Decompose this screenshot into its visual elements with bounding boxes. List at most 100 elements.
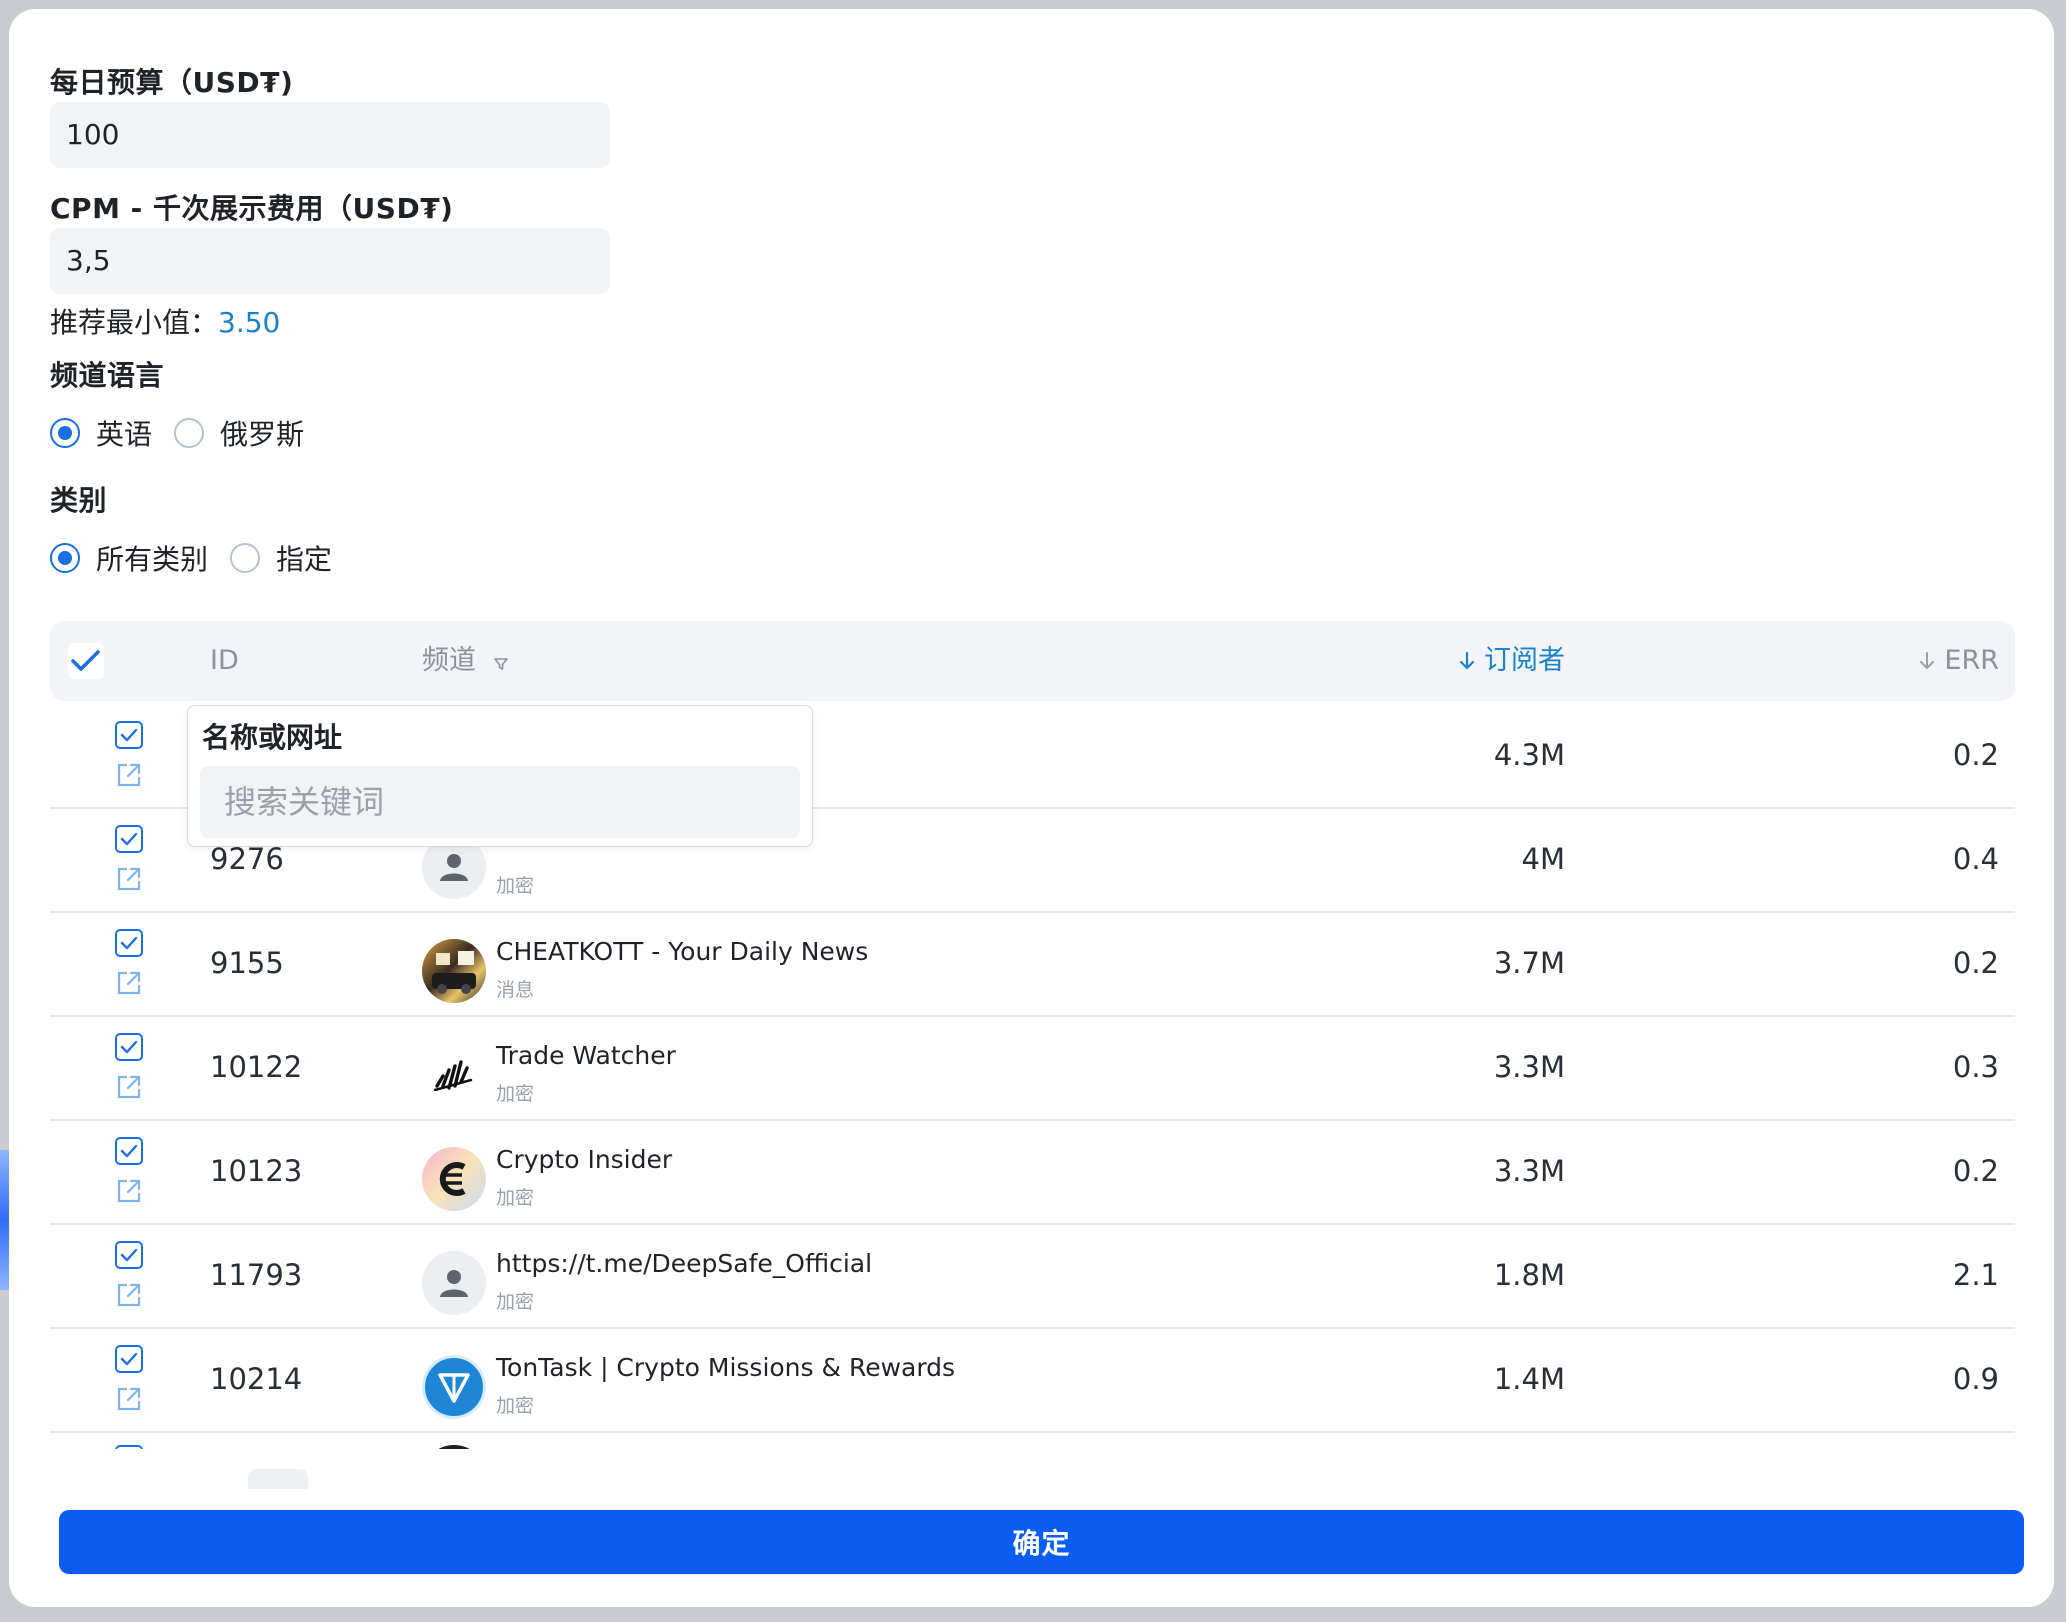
row-checkbox[interactable] bbox=[115, 1345, 143, 1373]
category-option-label: 指定 bbox=[276, 543, 333, 576]
err-cell: 0.9 bbox=[1952, 1362, 1999, 1396]
category-option-all[interactable]: 所有类别 bbox=[50, 538, 208, 578]
confirm-button[interactable]: 确定 bbox=[59, 1510, 2024, 1574]
err-cell: 0.2 bbox=[1952, 738, 1999, 772]
check-icon bbox=[120, 1040, 138, 1054]
check-icon bbox=[120, 936, 138, 950]
daily-budget-input[interactable]: 100 bbox=[50, 102, 610, 168]
id-cell: 10123 bbox=[210, 1154, 303, 1188]
row-checkbox[interactable] bbox=[115, 721, 143, 749]
row-checkbox[interactable] bbox=[115, 1241, 143, 1269]
channel-category: 加密 bbox=[496, 875, 535, 897]
subscribers-cell: 1.8M bbox=[1493, 1258, 1565, 1292]
sort-desc-icon bbox=[1459, 651, 1475, 670]
crypto-insider-logo-icon bbox=[422, 1147, 486, 1211]
err-cell: 0.2 bbox=[1952, 946, 1999, 980]
table-header: ID 频道 订阅者 ERR bbox=[50, 621, 2015, 701]
column-header-err[interactable]: ERR bbox=[1918, 621, 1999, 701]
table-row[interactable]: 10122 Trade Watcher 加密 3.3M 0.3 bbox=[50, 1015, 2015, 1121]
channel-language-label: 频道语言 bbox=[50, 359, 165, 392]
id-cell: 10214 bbox=[210, 1362, 303, 1396]
column-header-channel-label: 频道 bbox=[422, 645, 476, 676]
column-header-err-label: ERR bbox=[1944, 645, 1999, 676]
err-cell: 2.1 bbox=[1952, 1258, 1999, 1292]
channel-category: 加密 bbox=[496, 1395, 535, 1417]
cpm-label: CPM - 千次展示费用（USD₮) bbox=[50, 192, 454, 225]
external-link-icon[interactable] bbox=[115, 1281, 143, 1309]
trade-logo-icon bbox=[422, 1043, 486, 1107]
pagination-chip[interactable] bbox=[248, 1469, 308, 1489]
channel-name[interactable]: TonTask | Crypto Missions & Rewards bbox=[496, 1353, 955, 1382]
category-option-label: 所有类别 bbox=[96, 543, 209, 576]
external-link-icon[interactable] bbox=[115, 1385, 143, 1413]
daily-budget-label: 每日预算（USD₮) bbox=[50, 66, 294, 99]
external-link-icon[interactable] bbox=[115, 865, 143, 893]
column-header-subscribers[interactable]: 订阅者 bbox=[1458, 621, 1565, 701]
id-cell: 10122 bbox=[210, 1050, 303, 1084]
subscribers-cell: 3.3M bbox=[1493, 1050, 1565, 1084]
external-link-icon[interactable] bbox=[115, 761, 143, 789]
recommended-min-hint: 推荐最小值：3.50 bbox=[50, 301, 280, 341]
radio-selected-icon bbox=[50, 418, 80, 448]
language-radio-group: 英语 俄罗斯 bbox=[50, 413, 326, 453]
row-checkbox[interactable] bbox=[115, 929, 143, 957]
subscribers-cell: 3.3M bbox=[1493, 1154, 1565, 1188]
external-link-icon[interactable] bbox=[115, 1073, 143, 1101]
channel-name[interactable]: Crypto Insider bbox=[496, 1145, 672, 1174]
id-cell: 9155 bbox=[210, 946, 284, 980]
check-icon bbox=[120, 832, 138, 846]
table-row[interactable]: 10123 Crypto Insider 加密 3.3M 0.2 bbox=[50, 1119, 2015, 1225]
check-icon bbox=[120, 728, 138, 742]
check-icon bbox=[120, 1248, 138, 1262]
subscribers-cell: 1.4M bbox=[1493, 1362, 1565, 1396]
row-checkbox[interactable] bbox=[115, 1445, 143, 1449]
subscribers-cell: 4M bbox=[1521, 842, 1565, 876]
err-cell: 0.4 bbox=[1952, 842, 1999, 876]
category-radio-group: 所有类别 指定 bbox=[50, 538, 354, 578]
table-row[interactable]: 10214 TonTask | Crypto Missions & Reward… bbox=[50, 1327, 2015, 1433]
ton-logo-icon bbox=[422, 1355, 486, 1419]
language-option-label: 英语 bbox=[96, 418, 153, 451]
radio-selected-icon bbox=[50, 543, 80, 573]
row-checkbox[interactable] bbox=[115, 825, 143, 853]
cpm-input[interactable]: 3,5 bbox=[50, 228, 610, 294]
id-cell: 11793 bbox=[210, 1258, 303, 1292]
language-option-english[interactable]: 英语 bbox=[50, 413, 152, 453]
channel-category: 消息 bbox=[496, 979, 535, 1001]
channel-name[interactable]: Trade Watcher bbox=[496, 1041, 676, 1070]
person-icon bbox=[422, 1251, 486, 1315]
external-link-icon[interactable] bbox=[115, 1177, 143, 1205]
campaign-settings-modal: 每日预算（USD₮) 100 CPM - 千次展示费用（USD₮) 3,5 推荐… bbox=[9, 9, 2054, 1607]
select-all-checkbox[interactable] bbox=[68, 643, 104, 679]
check-icon bbox=[71, 650, 100, 671]
external-link-icon[interactable] bbox=[115, 969, 143, 997]
channel-search-input[interactable] bbox=[200, 766, 800, 838]
column-header-channel[interactable]: 频道 bbox=[422, 621, 509, 701]
photo-avatar bbox=[422, 939, 486, 1003]
language-option-russian[interactable]: 俄罗斯 bbox=[174, 413, 304, 453]
check-icon bbox=[120, 1144, 138, 1158]
channel-avatar bbox=[422, 1445, 486, 1449]
table-row[interactable]: 9155 CHEATKOTT - Your Daily News 消息 3.7M… bbox=[50, 911, 2015, 1017]
table-row[interactable] bbox=[50, 1431, 2015, 1449]
err-cell: 0.3 bbox=[1952, 1050, 1999, 1084]
channel-category: 加密 bbox=[496, 1083, 535, 1105]
channel-name[interactable]: CHEATKOTT - Your Daily News bbox=[496, 937, 868, 966]
channel-category: 加密 bbox=[496, 1291, 535, 1313]
sort-desc-icon bbox=[1920, 652, 1935, 669]
category-option-specific[interactable]: 指定 bbox=[230, 538, 332, 578]
radio-unselected-icon bbox=[230, 543, 261, 573]
column-header-id: ID bbox=[210, 645, 239, 676]
channel-name[interactable]: https://t.me/DeepSafe_Official bbox=[496, 1249, 872, 1278]
subscribers-cell: 4.3M bbox=[1493, 738, 1565, 772]
table-row[interactable]: 11793 https://t.me/DeepSafe_Official 加密 … bbox=[50, 1223, 2015, 1329]
subscribers-cell: 3.7M bbox=[1493, 946, 1565, 980]
filter-icon[interactable] bbox=[493, 656, 509, 672]
column-header-subscribers-label: 订阅者 bbox=[1484, 645, 1565, 676]
category-label: 类别 bbox=[50, 484, 108, 517]
row-checkbox[interactable] bbox=[115, 1033, 143, 1061]
recommended-min-value[interactable]: 3.50 bbox=[218, 306, 280, 339]
row-checkbox[interactable] bbox=[115, 1137, 143, 1165]
radio-unselected-icon bbox=[174, 418, 205, 448]
filter-popover-title: 名称或网址 bbox=[202, 721, 343, 754]
